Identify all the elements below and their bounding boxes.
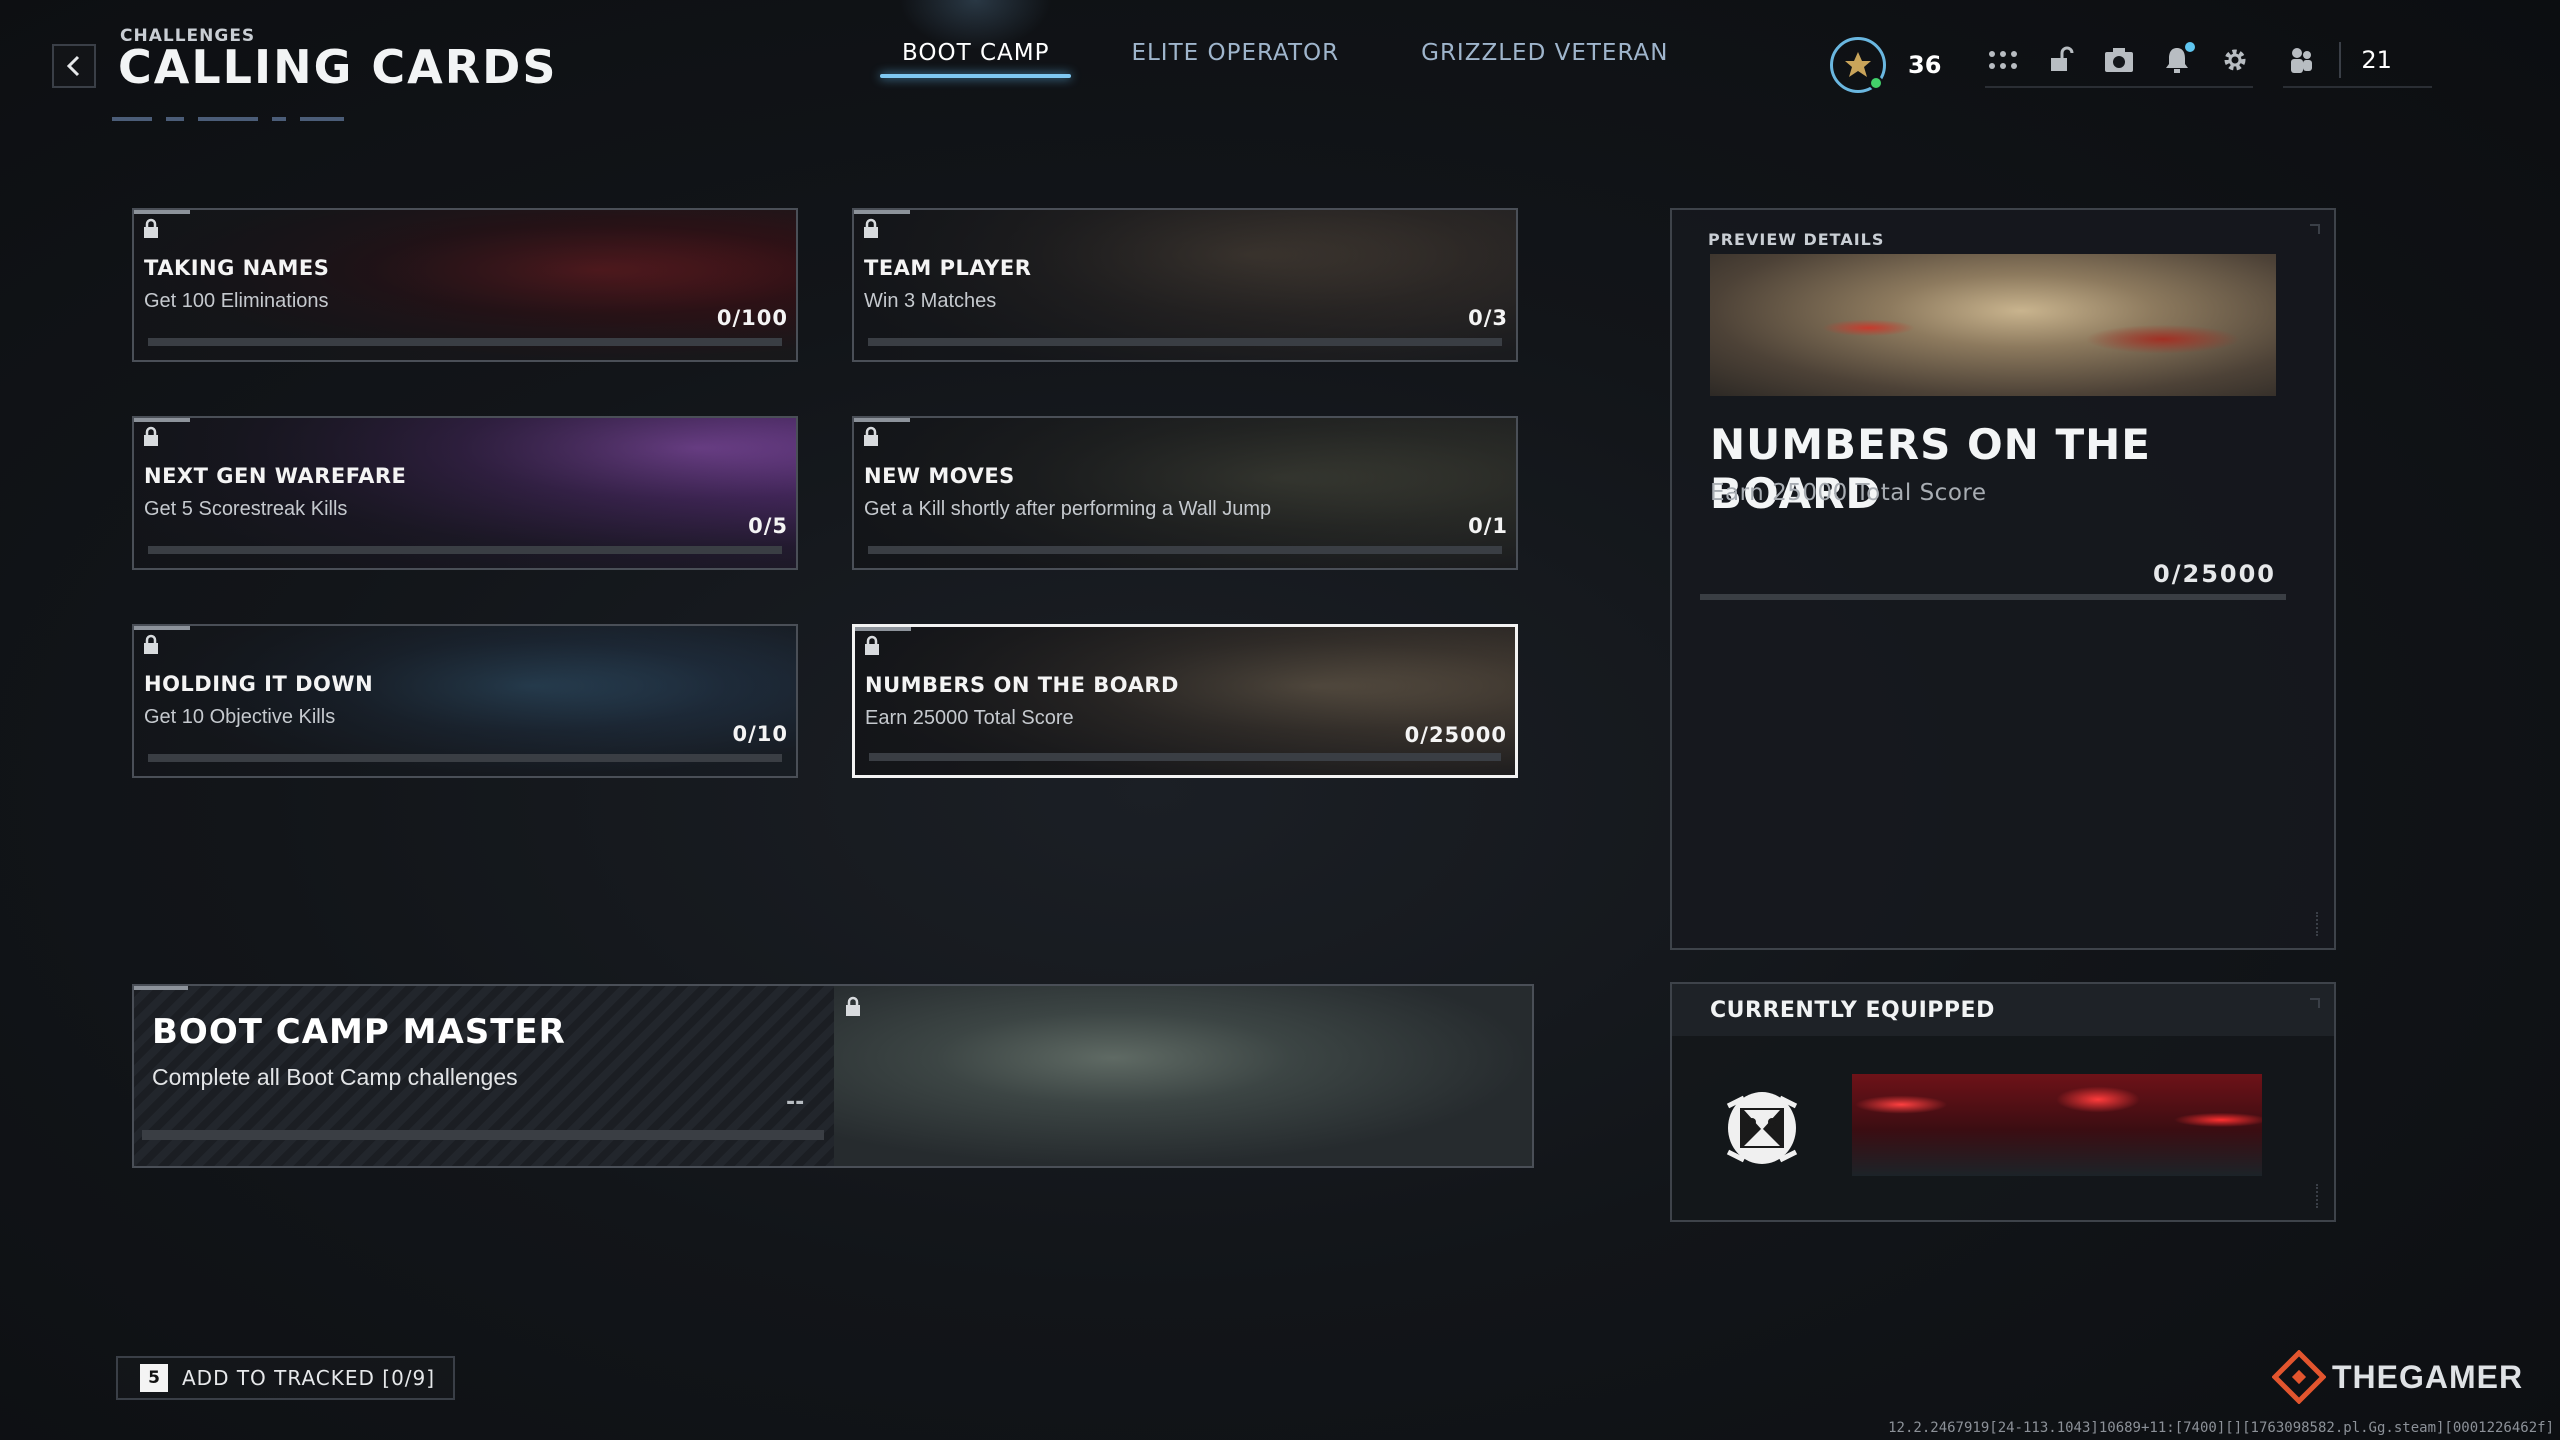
title-decoration: [112, 108, 412, 121]
lock-icon: [144, 218, 158, 238]
tab-boot-camp[interactable]: BOOT CAMP: [880, 0, 1072, 78]
add-to-tracked-button[interactable]: 5 ADD TO TRACKED [0/9]: [116, 1356, 456, 1400]
progress-bar: [868, 546, 1502, 554]
challenge-card-team-player[interactable]: TEAM PLAYER Win 3 Matches 0/3: [852, 208, 1518, 362]
challenge-card-next-gen-warefare[interactable]: NEXT GEN WAREFARE Get 5 Scorestreak Kill…: [132, 416, 798, 570]
master-description: Complete all Boot Camp challenges: [152, 1064, 518, 1090]
master-name: BOOT CAMP MASTER: [152, 1012, 566, 1052]
lock-icon: [864, 426, 878, 446]
chevron-left-icon: [66, 55, 80, 77]
player-level: 36: [1908, 51, 1942, 79]
challenge-card-holding-it-down[interactable]: HOLDING IT DOWN Get 10 Objective Kills 0…: [132, 624, 798, 778]
gear-icon[interactable]: [2217, 42, 2253, 78]
lock-icon: [846, 996, 860, 1016]
progress-bar: [868, 338, 1502, 346]
challenge-description: Get 5 Scorestreak Kills: [144, 498, 348, 520]
bell-icon[interactable]: [2159, 42, 2196, 78]
unlock-icon[interactable]: [2043, 42, 2079, 78]
skull-emblem-icon: [1726, 1092, 1798, 1164]
page-title: CALLING CARDS: [118, 40, 558, 94]
master-progress: --: [786, 1090, 805, 1115]
thegamer-watermark: THEGAMER: [2272, 1350, 2523, 1404]
preview-details-panel: PREVIEW DETAILS NUMBERS ON THE BOARD Ear…: [1670, 208, 2336, 950]
camera-icon[interactable]: [2101, 42, 2137, 78]
divider: [2339, 42, 2342, 78]
lock-icon: [864, 218, 878, 238]
equipped-calling-card[interactable]: [1852, 1074, 2262, 1176]
online-status-dot: [1869, 76, 1883, 90]
challenge-name: NEW MOVES: [864, 464, 1015, 488]
progress-bar: [869, 753, 1501, 761]
challenge-card-numbers-on-the-board[interactable]: NUMBERS ON THE BOARD Earn 25000 Total Sc…: [852, 624, 1518, 778]
scroll-indicator: [2316, 1184, 2322, 1208]
challenge-description: Get 10 Objective Kills: [144, 706, 336, 728]
party-section[interactable]: 21: [2283, 42, 2432, 88]
thegamer-logo-icon: [2272, 1350, 2326, 1404]
challenge-progress: 0/3: [1468, 306, 1508, 330]
top-icon-group: [1985, 42, 2254, 88]
preview-progress-bar: [1700, 594, 2286, 600]
build-info: 12.2.2467919[24-113.1043]10689+11:[7400]…: [1888, 1420, 2554, 1436]
equipped-label: CURRENTLY EQUIPPED: [1710, 998, 1995, 1023]
notification-dot: [2185, 42, 2196, 52]
challenge-card-new-moves[interactable]: NEW MOVES Get a Kill shortly after perfo…: [852, 416, 1518, 570]
equipped-emblem[interactable]: [1712, 1076, 1812, 1176]
challenge-name: NUMBERS ON THE BOARD: [865, 673, 1179, 697]
party-icon[interactable]: [2283, 42, 2319, 78]
watermark-text: THEGAMER: [2332, 1358, 2524, 1395]
progress-bar: [148, 546, 782, 554]
challenge-description: Win 3 Matches: [864, 290, 997, 312]
preview-description: Earn 25000 Total Score: [1710, 480, 1987, 506]
challenge-card-taking-names[interactable]: TAKING NAMES Get 100 Eliminations 0/100: [132, 208, 798, 362]
preview-progress: 0/25000: [2153, 560, 2276, 588]
keybind-key: 5: [140, 1364, 168, 1392]
preview-label: PREVIEW DETAILS: [1708, 230, 1885, 249]
challenge-description: Earn 25000 Total Score: [865, 707, 1074, 729]
lock-icon: [144, 426, 158, 446]
challenge-progress: 0/10: [732, 722, 788, 746]
challenge-description: Get a Kill shortly after performing a Wa…: [864, 498, 1272, 520]
add-to-tracked-label: ADD TO TRACKED [0/9]: [182, 1366, 436, 1390]
challenge-name: HOLDING IT DOWN: [144, 672, 374, 696]
rank-icon[interactable]: [1830, 37, 1886, 93]
challenge-progress: 0/25000: [1404, 723, 1507, 747]
currently-equipped-panel: CURRENTLY EQUIPPED: [1670, 982, 2336, 1222]
progress-bar: [148, 754, 782, 762]
top-bar: 36 21: [1830, 30, 2432, 100]
tab-grizzled-veteran[interactable]: GRIZZLED VETERAN: [1399, 40, 1690, 78]
rank-emblem-icon: [1845, 52, 1871, 77]
master-reward-image: [834, 986, 1532, 1166]
progress-bar: [142, 1130, 824, 1140]
lock-icon: [144, 634, 158, 654]
challenge-name: NEXT GEN WAREFARE: [144, 464, 407, 488]
tab-elite-operator[interactable]: ELITE OPERATOR: [1109, 40, 1361, 78]
challenge-name: TEAM PLAYER: [864, 256, 1032, 280]
progress-bar: [148, 338, 782, 346]
scroll-indicator: [2316, 912, 2322, 936]
back-button[interactable]: [52, 44, 96, 88]
challenge-progress: 0/100: [716, 306, 788, 330]
friends-count: 21: [2361, 46, 2392, 74]
lock-icon: [865, 635, 879, 655]
challenge-description: Get 100 Eliminations: [144, 290, 329, 312]
challenge-progress: 0/5: [748, 514, 788, 538]
boot-camp-master-card[interactable]: BOOT CAMP MASTER Complete all Boot Camp …: [132, 984, 1534, 1168]
tab-bar: BOOT CAMP ELITE OPERATOR GRIZZLED VETERA…: [880, 0, 1690, 78]
challenge-name: TAKING NAMES: [144, 256, 330, 280]
challenge-progress: 0/1: [1468, 514, 1508, 538]
calling-card-preview-image: [1710, 254, 2276, 396]
grid-menu-icon[interactable]: [1985, 42, 2021, 78]
